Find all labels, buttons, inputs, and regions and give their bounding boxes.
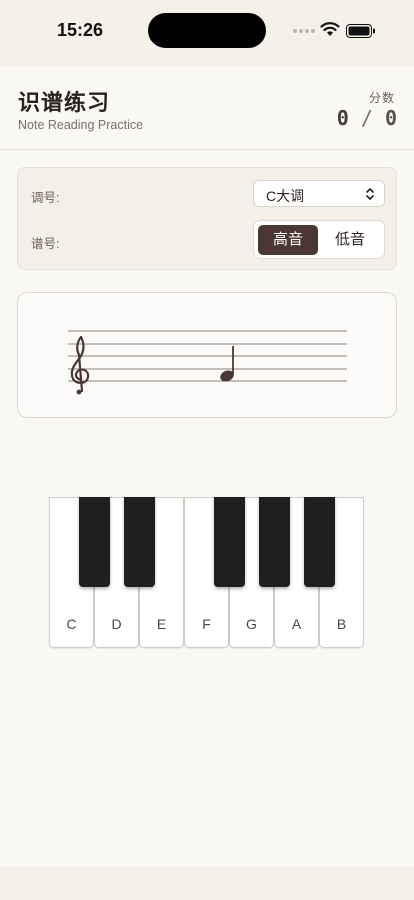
header: 识谱练习 Note Reading Practice 分数 0 / 0	[0, 66, 414, 150]
app-container: 识谱练习 Note Reading Practice 分数 0 / 0 调号: …	[0, 66, 414, 867]
cellular-dots-icon	[293, 29, 315, 33]
staff-card	[17, 292, 397, 418]
piano-key-g-sharp[interactable]	[259, 497, 290, 587]
clef-option-treble[interactable]: 高音	[258, 225, 318, 255]
piano-key-label: F	[202, 616, 211, 632]
score-total: 0	[384, 106, 397, 130]
score-separator: /	[348, 106, 385, 130]
piano-key-label: B	[336, 616, 347, 632]
piano-key-label: D	[111, 616, 122, 632]
chevron-up-down-icon	[366, 188, 374, 200]
staff-lines	[68, 330, 347, 382]
key-signature-label: 调号:	[31, 191, 60, 205]
page-subtitle: Note Reading Practice	[18, 118, 144, 132]
piano-key-d-sharp[interactable]	[124, 497, 155, 587]
piano-keyboard: C D E F G A B	[49, 497, 365, 648]
quarter-note-icon	[220, 346, 234, 382]
piano-key-a-sharp[interactable]	[304, 497, 335, 587]
key-signature-select[interactable]: C大调	[253, 180, 385, 207]
wifi-icon	[320, 22, 340, 36]
piano-key-label: G	[246, 616, 257, 632]
piano-key-label: C	[66, 616, 77, 632]
dynamic-island	[148, 13, 266, 48]
status-time: 15:26	[57, 20, 104, 40]
music-staff	[68, 330, 347, 395]
clef-toggle: 高音 低音	[253, 220, 385, 259]
treble-clef-icon	[70, 335, 90, 395]
settings-panel: 调号: C大调 谱号: 高音 低音	[17, 167, 397, 270]
piano-key-label: A	[291, 616, 302, 632]
score-correct: 0	[336, 106, 349, 130]
battery-icon	[346, 24, 375, 38]
status-bar: 15:26	[0, 0, 414, 58]
page-title: 识谱练习	[18, 90, 111, 115]
score-label: 分数	[368, 91, 395, 105]
piano-key-c-sharp[interactable]	[79, 497, 110, 587]
clef-option-bass[interactable]: 低音	[320, 225, 380, 255]
key-signature-value: C大调	[266, 188, 305, 204]
piano-key-f-sharp[interactable]	[214, 497, 245, 587]
piano-key-label: E	[156, 616, 167, 632]
score-display: 0 / 0	[337, 106, 397, 130]
clef-label: 谱号:	[31, 237, 60, 251]
